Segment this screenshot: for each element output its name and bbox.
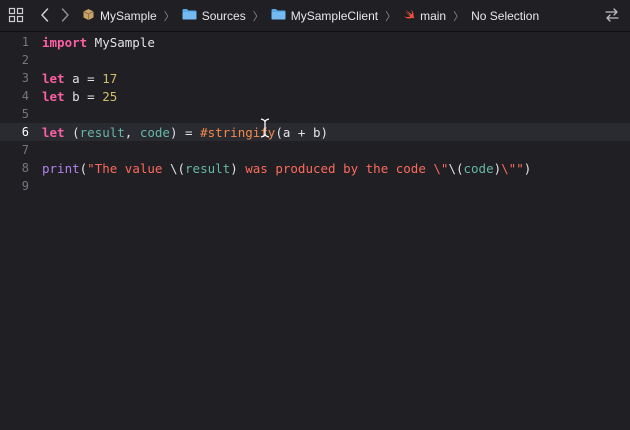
code-token: was produced by the code \" [237, 160, 449, 176]
code-token: import [42, 34, 88, 50]
code-token: 25 [102, 88, 118, 104]
breadcrumb-separator: 〉 [163, 10, 175, 23]
folder-icon [271, 8, 286, 23]
breadcrumb: MySample 〉 Sources 〉 MySampleClient 〉 ma… [82, 0, 539, 31]
code-token: a = [64, 70, 103, 86]
breadcrumb-item-mysample[interactable]: MySample [82, 8, 157, 24]
breadcrumb-label: Sources [201, 8, 246, 23]
line-number: 2 [21, 53, 29, 67]
breadcrumb-item-mysampleclient[interactable]: MySampleClient [271, 8, 378, 23]
code-line[interactable]: 8 print("The value \(result) was produced… [0, 159, 630, 177]
line-number: 4 [21, 89, 29, 103]
code-token: print [42, 160, 80, 176]
code-line[interactable]: 2 [0, 51, 630, 69]
code-token: let [42, 124, 65, 140]
code-token: \( [448, 160, 464, 176]
line-number: 8 [21, 161, 29, 175]
text-cursor-icon [260, 118, 270, 138]
breadcrumb-label: No Selection [471, 8, 540, 23]
line-number: 5 [21, 107, 29, 121]
code-token: ) [523, 160, 532, 176]
breadcrumb-item-main[interactable]: main [403, 8, 446, 23]
code-editor[interactable]: 1 import MySample 2 3 let a = 17 4 let b = 25 5… [0, 32, 630, 430]
folder-icon [182, 8, 197, 23]
code-token: let [42, 70, 65, 86]
line-number: 1 [21, 35, 29, 49]
package-icon [82, 8, 95, 24]
code-token: b = [64, 88, 103, 104]
code-text: let a = 17 [42, 71, 117, 86]
code-token: result [185, 160, 231, 176]
code-token: MySample [87, 34, 155, 50]
code-line[interactable]: 5 [0, 105, 630, 123]
code-text: print("The value \(result) was produced … [42, 161, 531, 176]
forward-chevron-icon[interactable] [58, 7, 72, 23]
code-line[interactable]: 3 let a = 17 [0, 69, 630, 87]
code-token: ) [493, 160, 502, 176]
breadcrumb-separator: 〉 [252, 10, 264, 23]
breadcrumb-item-no-selection[interactable]: No Selection [471, 9, 539, 23]
code-token: "The value [87, 160, 170, 176]
breadcrumb-label: MySampleClient [290, 8, 379, 23]
code-token: result [79, 124, 125, 140]
code-text: let (result, code) = #stringify(a + b) [42, 125, 328, 140]
code-token: let [42, 88, 65, 104]
code-token: \( [169, 160, 186, 176]
breadcrumb-label: MySample [100, 8, 157, 23]
back-chevron-icon[interactable] [38, 7, 52, 23]
code-line[interactable]: 7 [0, 141, 630, 159]
breadcrumb-separator: 〉 [453, 10, 465, 23]
line-number: 7 [21, 143, 29, 157]
line-number: 3 [21, 71, 29, 85]
swap-arrows-icon[interactable] [604, 8, 620, 22]
code-token: ( [64, 124, 80, 140]
code-text: import MySample [42, 35, 155, 50]
code-line[interactable]: 4 let b = 25 [0, 87, 630, 105]
code-token: 17 [102, 70, 118, 86]
related-items-grid-icon[interactable] [8, 7, 24, 23]
breadcrumb-label: main [420, 8, 447, 23]
breadcrumb-separator: 〉 [385, 10, 397, 23]
swift-file-icon [403, 8, 415, 23]
code-text: let b = 25 [42, 89, 117, 104]
code-token: code [139, 124, 170, 140]
code-token: ) = [169, 124, 201, 140]
code-line[interactable]: 9 [0, 177, 630, 195]
code-token: code [463, 160, 494, 176]
jump-bar: MySample 〉 Sources 〉 MySampleClient 〉 ma… [0, 0, 630, 32]
code-token: , [124, 124, 140, 140]
code-line[interactable]: 6 let (result, code) = #stringify(a + b) [0, 123, 630, 141]
code-token: \"" [501, 160, 524, 176]
breadcrumb-item-sources[interactable]: Sources [182, 8, 246, 23]
code-token: ) [230, 160, 238, 176]
code-token: (a + b) [275, 124, 329, 140]
code-line[interactable]: 1 import MySample [0, 33, 630, 51]
line-number: 9 [21, 179, 29, 193]
line-number: 6 [21, 125, 29, 139]
